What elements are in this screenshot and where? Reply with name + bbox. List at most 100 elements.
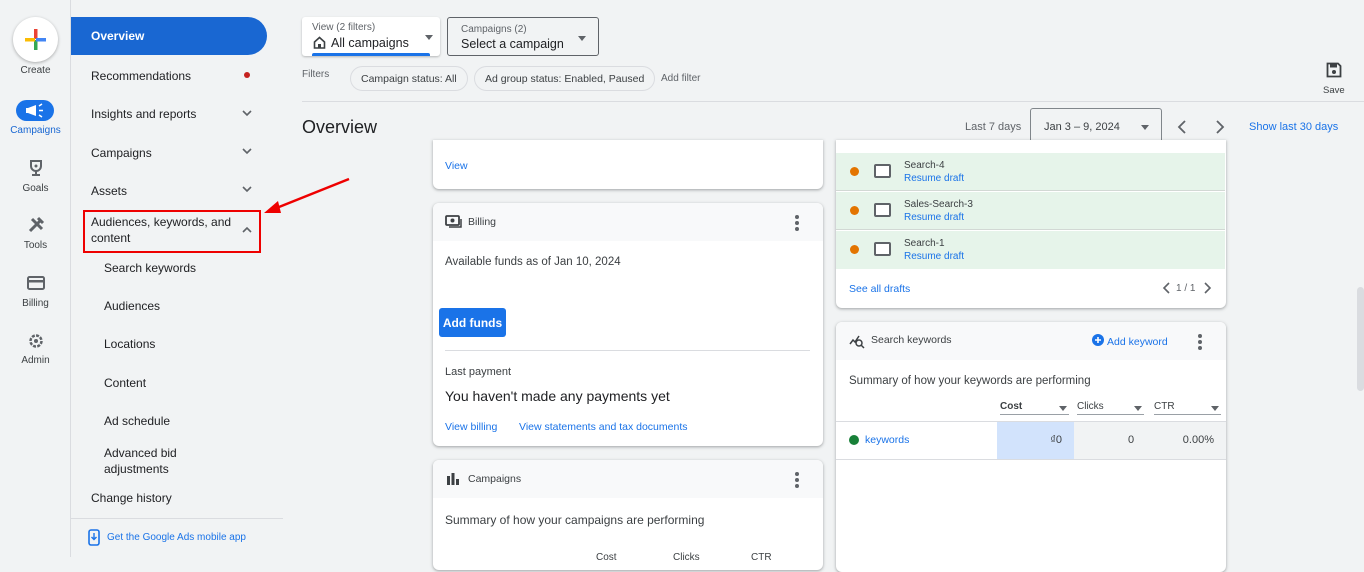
more-options-icon[interactable] [795, 472, 799, 490]
more-options-icon[interactable] [1198, 334, 1202, 352]
billing-card: Billing Available funds as of Jan 10, 20… [433, 203, 823, 446]
campaigns-card: Campaigns Summary of how your campaigns … [433, 460, 823, 570]
last-payment-label: Last payment [445, 366, 512, 378]
sort-caret-icon [1059, 406, 1067, 411]
caret-down-icon [425, 35, 433, 40]
caret-down-icon [1141, 125, 1149, 130]
filter-chip-campaign-status[interactable]: Campaign status: All [350, 66, 468, 91]
phone-download-icon [88, 529, 100, 546]
draft-status-icon [850, 245, 859, 254]
filter-chip-ad-group-status[interactable]: Ad group status: Enabled, Paused [474, 66, 656, 91]
nav-item-change-history[interactable]: Change history [91, 491, 172, 505]
save-icon [1326, 62, 1342, 78]
add-circle-icon [1092, 334, 1104, 346]
add-funds-button[interactable]: Add funds [439, 308, 506, 337]
status-enabled-icon [849, 435, 859, 445]
create-label: Create [20, 65, 51, 76]
next-period-button[interactable] [1213, 119, 1227, 135]
draft-row: Search-1 Resume draft [836, 231, 1225, 269]
chevron-down-icon[interactable] [241, 183, 253, 195]
last-payment-value: You haven't made any payments yet [445, 388, 670, 404]
view-statements-link[interactable]: View statements and tax documents [519, 421, 687, 433]
section-nav: Overview Recommendations Insights and re… [71, 0, 283, 557]
add-filter-button[interactable]: Add filter [661, 73, 700, 84]
page-title: Overview [302, 117, 378, 137]
view-link[interactable]: View [445, 160, 468, 172]
keywords-table-row: keywords ₫0 0 0.00% [836, 422, 1226, 459]
search-campaign-icon [874, 164, 891, 178]
annotation-arrow [264, 177, 350, 213]
column-header-clicks[interactable]: Clicks [673, 552, 700, 563]
header-divider [302, 101, 1364, 102]
resume-draft-link[interactable]: Resume draft [904, 173, 964, 184]
column-header-cost[interactable]: Cost [596, 552, 617, 563]
draft-row: Sales-Search-3 Resume draft [836, 192, 1225, 230]
trophy-icon [29, 160, 42, 176]
nav-subitem-search-keywords[interactable]: Search keywords [104, 261, 196, 275]
divider [836, 459, 1226, 460]
see-all-drafts-link[interactable]: See all drafts [849, 283, 910, 295]
nav-subitem-ad-schedule[interactable]: Ad schedule [104, 414, 170, 428]
date-range-label: Last 7 days [965, 121, 1022, 133]
more-options-icon[interactable] [795, 215, 799, 233]
keywords-summary: Summary of how your keywords are perform… [849, 375, 1091, 387]
draft-status-icon [850, 206, 859, 215]
resume-draft-link[interactable]: Resume draft [904, 251, 964, 262]
clicks-cell: 0 [1128, 434, 1135, 446]
ctr-cell: 0.00% [1182, 434, 1214, 446]
bar-chart-icon [447, 473, 459, 485]
chevron-down-icon[interactable] [241, 107, 253, 119]
page-scrollbar[interactable] [1357, 287, 1364, 391]
draft-row: Search-4 Resume draft [836, 153, 1225, 191]
money-icon [445, 215, 462, 228]
gear-icon [28, 334, 43, 348]
cost-cell: ₫0 [997, 422, 1074, 459]
nav-subitem-advanced-bid-adjustments[interactable]: Advanced bid adjustments [104, 445, 204, 477]
divider [445, 350, 810, 351]
home-icon [313, 36, 326, 49]
draft-status-icon [850, 167, 859, 176]
create-button[interactable] [13, 17, 58, 62]
credit-card-icon [26, 276, 45, 290]
plus-icon [25, 29, 46, 50]
nav-subitem-locations[interactable]: Locations [104, 337, 155, 351]
nav-item-insights[interactable]: Insights and reports [91, 107, 196, 121]
nav-item-campaigns[interactable]: Campaigns [91, 146, 152, 160]
column-header-ctr[interactable]: CTR [1154, 401, 1221, 415]
sort-caret-icon [1134, 406, 1142, 411]
sort-caret-icon [1211, 406, 1219, 411]
filters-label: Filters [302, 69, 330, 80]
show-last-30-days-link[interactable]: Show last 30 days [1249, 121, 1338, 133]
megaphone-icon [26, 103, 43, 118]
keyword-search-icon [849, 335, 865, 349]
column-header-cost[interactable]: Cost [1000, 401, 1069, 415]
nav-item-assets[interactable]: Assets [91, 184, 127, 198]
column-header-ctr[interactable]: CTR [751, 552, 772, 563]
campaigns-summary: Summary of how your campaigns are perfor… [445, 513, 705, 527]
next-page-button[interactable] [1202, 281, 1212, 295]
tools-icon [28, 216, 44, 233]
search-campaign-icon [874, 203, 891, 217]
nav-item-recommendations[interactable]: Recommendations [91, 69, 191, 83]
annotation-highlight-box [83, 210, 261, 253]
partial-card-top: View [433, 140, 823, 189]
keywords-link[interactable]: keywords [865, 434, 909, 446]
caret-down-icon [578, 36, 586, 41]
previous-period-button[interactable] [1175, 119, 1189, 135]
notification-dot [244, 72, 250, 78]
previous-page-button[interactable] [1162, 281, 1172, 295]
search-campaign-icon [874, 242, 891, 256]
drafts-card: Search-4 Resume draft Sales-Search-3 Res… [836, 140, 1226, 308]
nav-item-overview[interactable]: Overview [71, 17, 267, 55]
resume-draft-link[interactable]: Resume draft [904, 212, 964, 223]
nav-subitem-audiences[interactable]: Audiences [104, 299, 160, 313]
view-filter-dropdown[interactable]: View (2 filters) All campaigns [302, 17, 440, 56]
nav-subitem-content[interactable]: Content [104, 376, 146, 390]
left-rail: Create Campaigns Goals Tools Billing Adm… [0, 0, 71, 557]
chevron-down-icon[interactable] [241, 145, 253, 157]
pagination-label: 1 / 1 [1176, 283, 1196, 294]
available-funds-label: Available funds as of Jan 10, 2024 [445, 256, 621, 268]
view-billing-link[interactable]: View billing [445, 421, 497, 433]
campaign-selector-dropdown[interactable]: Campaigns (2) Select a campaign [447, 17, 599, 56]
column-header-clicks[interactable]: Clicks [1077, 401, 1144, 415]
